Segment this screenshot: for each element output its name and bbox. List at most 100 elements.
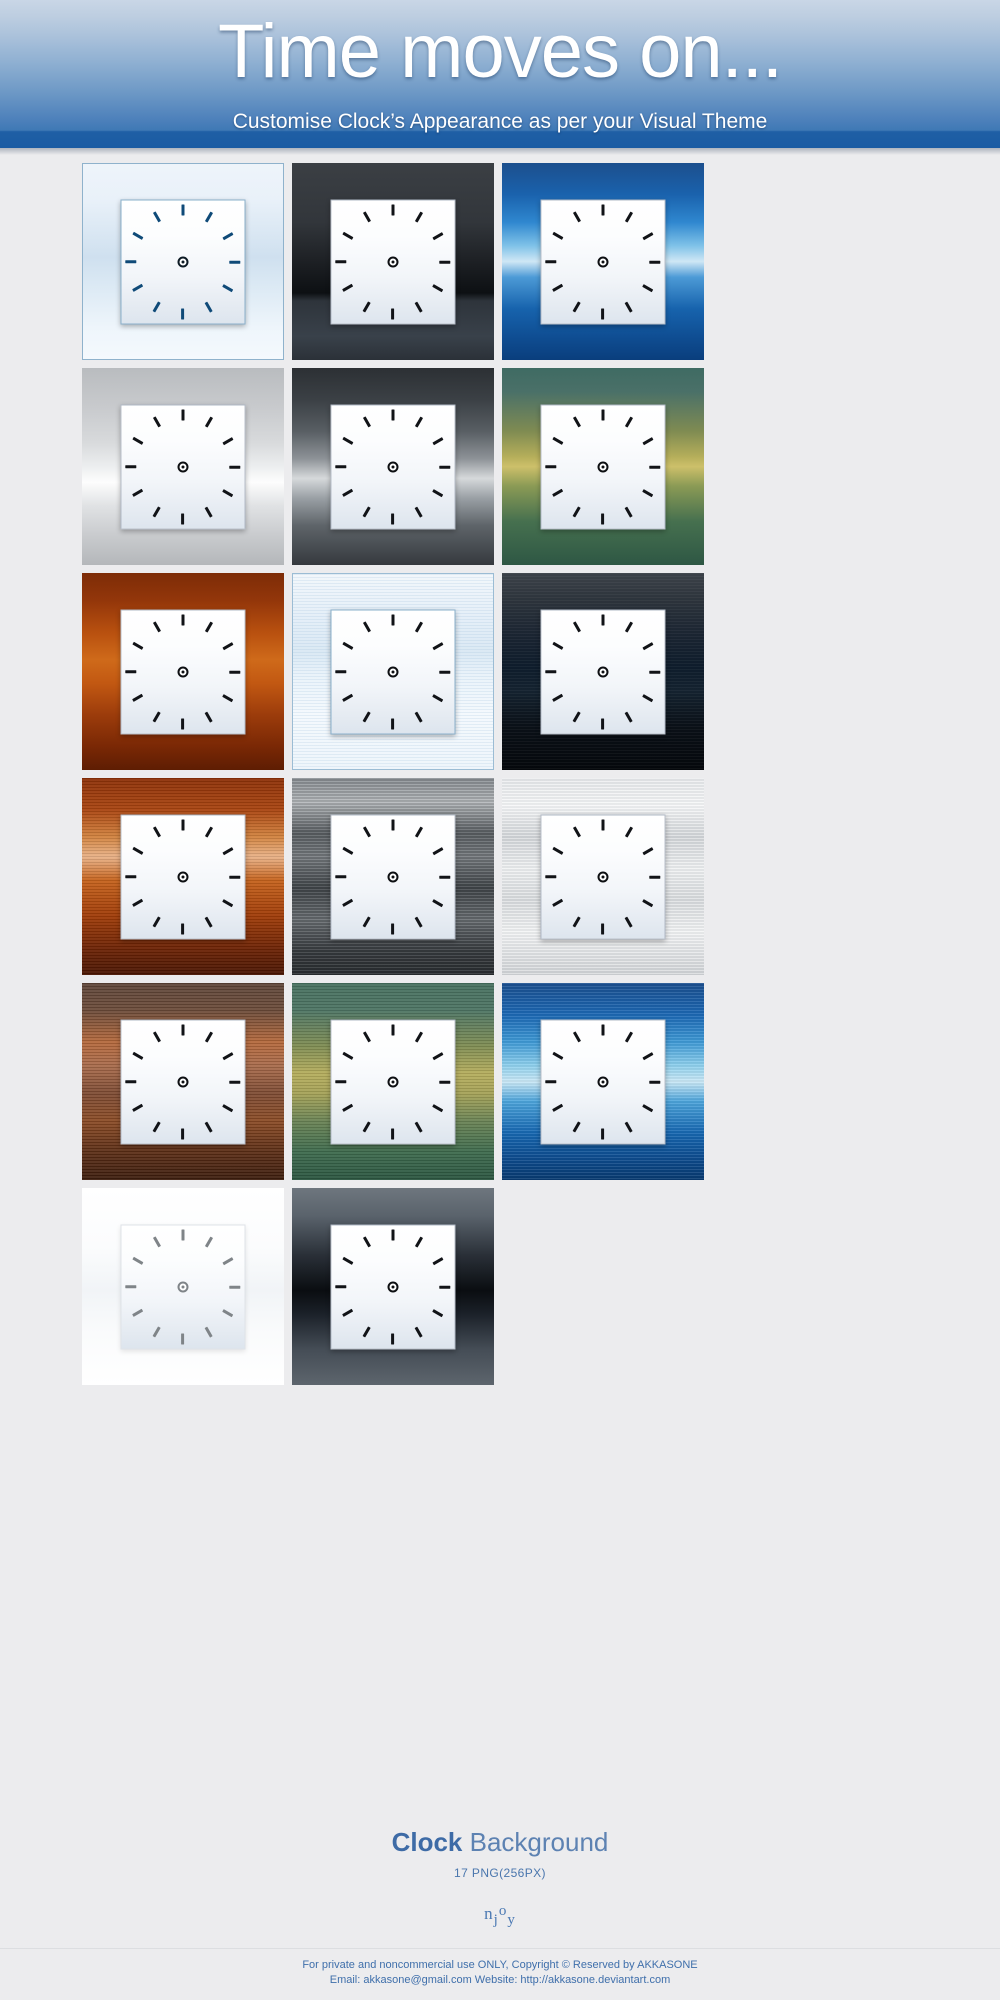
clock-tick-4 <box>432 1308 444 1317</box>
clock-tick-5 <box>625 1121 633 1132</box>
clock-tick-4 <box>642 1103 654 1112</box>
clock-face <box>330 814 456 939</box>
clock-tick-10 <box>342 846 354 855</box>
clock-tick-7 <box>153 506 161 517</box>
page-header: Time moves on... Customise Clock’s Appea… <box>0 0 1000 148</box>
clock-tick-12 <box>601 1024 605 1035</box>
caption-subtitle: 17 PNG(256PX) <box>454 1866 546 1880</box>
clock-tick-5 <box>415 301 423 312</box>
clock-tick-3 <box>229 465 241 468</box>
clock-tick-5 <box>625 506 633 517</box>
clock-tick-4 <box>432 693 444 702</box>
clock-white-frame[interactable] <box>82 1188 284 1385</box>
clock-green-olive[interactable] <box>292 983 494 1180</box>
clock-white-steel[interactable] <box>502 778 704 975</box>
clock-center-hub <box>597 871 609 882</box>
clock-tick-8 <box>552 488 564 497</box>
clock-tick-10 <box>342 231 354 240</box>
caption-title-bold: Clock <box>391 1827 463 1857</box>
clock-tick-8 <box>342 1103 354 1112</box>
clock-tick-5 <box>415 506 423 517</box>
clock-tick-2 <box>432 1051 444 1060</box>
clock-tick-3 <box>649 1080 661 1083</box>
clock-tick-2 <box>432 846 444 855</box>
clock-tick-6 <box>391 513 395 524</box>
clock-tick-11 <box>153 211 161 222</box>
clock-copper-stripe[interactable] <box>82 778 284 975</box>
clock-tick-11 <box>153 621 161 632</box>
clock-tick-5 <box>415 1326 423 1337</box>
clock-tick-8 <box>132 898 144 907</box>
clock-silver[interactable] <box>82 368 284 565</box>
clock-olive-green[interactable] <box>502 368 704 565</box>
footer-contact: Email: akkasone@gmail.com Website: http:… <box>329 1974 671 1986</box>
clock-pale-blue[interactable] <box>292 573 494 770</box>
clock-tick-1 <box>625 416 633 427</box>
clock-tick-1 <box>625 826 633 837</box>
clock-face <box>120 1224 246 1349</box>
clock-tick-5 <box>625 711 633 722</box>
clock-tick-9 <box>125 1285 137 1288</box>
page-title: Time moves on... <box>217 9 783 94</box>
caption-title: Clock Background <box>0 1826 1000 1858</box>
clock-tick-6 <box>601 1128 605 1139</box>
clock-center-hub <box>387 871 399 882</box>
clock-slate-dark[interactable] <box>292 1188 494 1385</box>
clock-tick-9 <box>335 1285 347 1288</box>
page-subtitle: Customise Clock’s Appearance as per your… <box>232 110 768 133</box>
clock-tick-3 <box>439 670 451 673</box>
clock-tick-7 <box>153 1326 161 1337</box>
clock-tick-2 <box>432 436 444 445</box>
clock-tick-5 <box>415 916 423 927</box>
clock-center-hub <box>177 666 189 677</box>
clock-sky-blue[interactable] <box>502 983 704 1180</box>
page-footer: For private and noncommercial use ONLY, … <box>0 1948 1000 2000</box>
clock-steel-stripe[interactable] <box>292 778 494 975</box>
clock-tick-10 <box>132 846 144 855</box>
clock-blue-gloss[interactable] <box>502 163 704 360</box>
clock-tick-7 <box>363 301 371 312</box>
clock-tick-6 <box>391 1128 395 1139</box>
clock-tick-2 <box>222 1051 234 1060</box>
clock-face <box>120 609 246 734</box>
clock-tick-11 <box>573 416 581 427</box>
clock-dark-gray[interactable] <box>292 163 494 360</box>
clock-tick-4 <box>222 1103 234 1112</box>
clock-tick-8 <box>342 693 354 702</box>
clock-rust-orange[interactable] <box>82 573 284 770</box>
clock-face <box>120 814 246 939</box>
clock-center-hub <box>177 256 189 267</box>
clock-tick-10 <box>132 231 144 240</box>
clock-ice-frame[interactable] <box>82 163 284 360</box>
clock-face <box>330 1224 456 1349</box>
clock-tick-8 <box>552 693 564 702</box>
clock-tick-8 <box>132 283 144 292</box>
clock-tick-5 <box>625 916 633 927</box>
clock-row <box>82 983 918 1180</box>
clock-tick-9 <box>335 465 347 468</box>
clock-tick-1 <box>625 211 633 222</box>
clock-center-hub <box>177 461 189 472</box>
clock-tick-6 <box>181 923 185 934</box>
clock-tick-12 <box>391 614 395 625</box>
clock-tick-8 <box>552 1103 564 1112</box>
clock-tick-12 <box>181 1024 185 1035</box>
clock-night-blue[interactable] <box>502 573 704 770</box>
clock-gunmetal[interactable] <box>292 368 494 565</box>
clock-tick-6 <box>391 1333 395 1344</box>
clock-tick-12 <box>391 409 395 420</box>
clock-tick-1 <box>205 211 213 222</box>
clock-tick-4 <box>642 898 654 907</box>
clock-tick-12 <box>601 614 605 625</box>
clock-tick-8 <box>342 488 354 497</box>
clock-tick-8 <box>552 283 564 292</box>
clock-tick-3 <box>649 875 661 878</box>
clock-tick-1 <box>625 621 633 632</box>
clock-tick-9 <box>335 670 347 673</box>
clock-tick-11 <box>153 416 161 427</box>
clock-center-hub <box>387 1076 399 1087</box>
clock-wood-brown[interactable] <box>82 983 284 1180</box>
clock-tick-7 <box>363 916 371 927</box>
clock-tick-11 <box>363 416 371 427</box>
header-shadow <box>0 148 1000 155</box>
